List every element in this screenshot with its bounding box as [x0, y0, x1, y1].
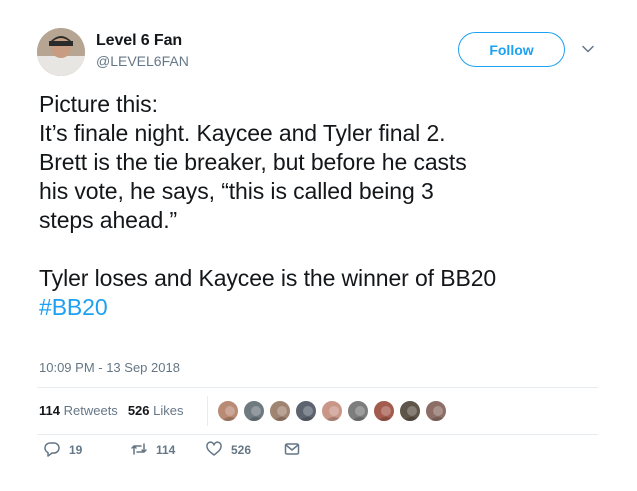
liker-avatar[interactable] [424, 399, 448, 423]
tweet-timestamp[interactable]: 10:09 PM - 13 Sep 2018 [39, 360, 180, 375]
liker-avatar[interactable] [372, 399, 396, 423]
heart-icon [205, 440, 223, 461]
likes-label: Likes [153, 403, 184, 418]
chevron-down-icon[interactable] [581, 42, 595, 56]
divider [37, 434, 598, 435]
liker-avatar[interactable] [242, 399, 266, 423]
liker-avatars [216, 399, 450, 423]
retweet-icon [130, 440, 148, 461]
like-count: 526 [231, 443, 252, 457]
reply-icon [43, 440, 61, 461]
reply-count: 19 [69, 443, 83, 457]
retweets-label: Retweets [63, 403, 118, 418]
tweet-line: Tyler loses and Kaycee is the winner of … [39, 265, 497, 291]
retweet-count: 114 [156, 443, 176, 457]
envelope-icon [283, 440, 301, 461]
tweet-line: It’s finale night. Kaycee and Tyler fina… [39, 120, 446, 146]
retweet-button[interactable]: 114 [130, 440, 175, 461]
liker-avatar[interactable] [346, 399, 370, 423]
hashtag-link[interactable]: #BB20 [39, 293, 609, 322]
liker-avatar[interactable] [398, 399, 422, 423]
tweet-line: his vote, he says, “this is called being… [39, 178, 434, 204]
tweet-line: steps ahead.” [39, 207, 178, 233]
stats-separator [207, 396, 208, 426]
tweet-stats: 114 Retweets 526 Likes [39, 403, 184, 418]
likes-count: 526 [127, 403, 150, 418]
tweet-line: Brett is the tie breaker, but before he … [39, 149, 467, 175]
avatar[interactable] [37, 28, 85, 76]
retweets-stat[interactable]: 114 Retweets [39, 403, 118, 418]
divider [37, 387, 598, 388]
retweets-count: 114 [39, 403, 60, 418]
liker-avatar[interactable] [294, 399, 318, 423]
liker-avatar[interactable] [216, 399, 240, 423]
user-handle[interactable]: @LEVEL6FAN [96, 53, 189, 69]
liker-avatar[interactable] [268, 399, 292, 423]
likes-stat[interactable]: 526 Likes [128, 403, 184, 418]
tweet-line: Picture this: [39, 91, 158, 117]
reply-button[interactable]: 19 [43, 440, 82, 461]
tweet-text: Picture this: It’s finale night. Kaycee … [39, 90, 609, 322]
liker-avatar[interactable] [320, 399, 344, 423]
direct-message-button[interactable] [283, 440, 301, 461]
like-button[interactable]: 526 [205, 440, 251, 461]
follow-button[interactable]: Follow [458, 32, 565, 67]
display-name[interactable]: Level 6 Fan [96, 32, 182, 50]
